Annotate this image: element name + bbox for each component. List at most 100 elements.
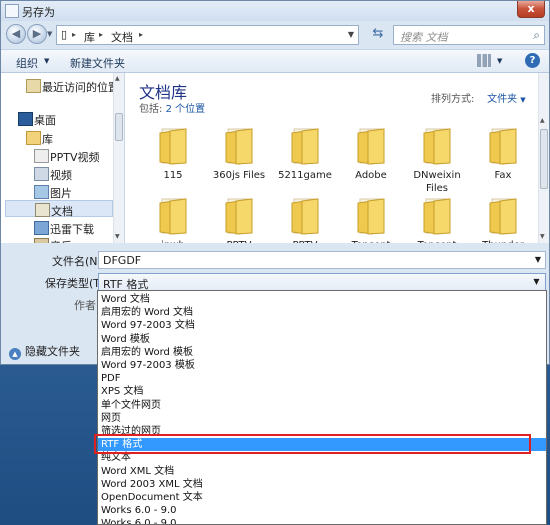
chevron-down-icon: ▼ <box>44 57 50 65</box>
filetype-option[interactable]: 网页 <box>101 412 121 425</box>
forward-button[interactable]: ▶ <box>27 24 47 44</box>
folder-item[interactable]: Thunder <box>473 195 533 243</box>
breadcrumb-documents[interactable]: 文档 <box>111 29 133 45</box>
navigation-pane: 最近访问的位置 桌面 库 PPTV视频 视频 图片 文档 迅雷下载 ▲ ▼ <box>1 73 125 243</box>
nav-scrollbar[interactable]: ▲ ▼ <box>113 73 124 243</box>
nav-item-library[interactable]: 库 <box>1 129 111 146</box>
document-folder-icon <box>35 203 50 217</box>
filetype-option[interactable]: Word 97-2003 模板 <box>101 359 195 372</box>
chevron-down-icon[interactable]: ▼ <box>348 30 354 39</box>
folder-item[interactable]: Adobe <box>341 125 401 199</box>
folder-item[interactable]: PPTV <box>209 195 269 243</box>
folder-icon <box>222 195 256 235</box>
scroll-up-icon[interactable]: ▲ <box>540 117 545 124</box>
close-button[interactable]: x <box>517 1 545 18</box>
nav-item-documents[interactable]: 文档 <box>5 200 113 218</box>
filetype-option[interactable]: Word XML 文档 <box>101 465 174 478</box>
organize-button[interactable]: 组织 <box>16 55 38 71</box>
search-icon[interactable]: ⌕ <box>533 28 540 43</box>
filetype-option[interactable]: Word 模板 <box>101 333 150 346</box>
folder-icon <box>420 125 454 165</box>
address-bar[interactable]: ▯ ▸ 库 ▸ 文档 ▸ ▼ <box>56 25 359 45</box>
hide-folders-label: 隐藏文件夹 <box>25 345 80 358</box>
dialog-title: 另存为 <box>22 6 55 19</box>
filetype-option[interactable]: OpenDocument 文本 <box>101 491 203 504</box>
filetype-option[interactable]: XPS 文档 <box>101 385 143 398</box>
folder-item[interactable]: Tencent <box>341 195 401 243</box>
folder-icon <box>288 195 322 235</box>
scroll-thumb[interactable] <box>115 113 123 141</box>
content-scrollbar[interactable]: ▲ ▼ <box>538 73 549 243</box>
breadcrumb-library[interactable]: 库 <box>84 29 95 45</box>
folder-item[interactable]: PPTV <box>275 195 335 243</box>
refresh-icon: ⇆ <box>372 26 384 41</box>
folder-item[interactable]: 115 <box>143 125 203 199</box>
chevron-down-icon[interactable]: ▼ <box>530 275 543 289</box>
folder-item[interactable]: 5211game <box>275 125 335 199</box>
arrange-by: 排列方式: 文件夹 ▼ <box>431 90 526 105</box>
view-options-icon[interactable] <box>477 54 491 67</box>
filetype-option[interactable]: PDF <box>101 372 120 385</box>
address-row: ◀ ▶ ▼ ▯ ▸ 库 ▸ 文档 ▸ ▼ ⇆ 搜索 文档 ⌕ <box>1 21 549 49</box>
breadcrumb-separator-icon[interactable]: ▸ <box>99 30 103 39</box>
search-placeholder: 搜索 文档 <box>400 31 448 44</box>
folder-icon <box>222 125 256 165</box>
filetype-option[interactable]: 启用宏的 Word 文档 <box>101 306 193 319</box>
scroll-down-icon[interactable]: ▼ <box>540 233 545 240</box>
nav-label: 图片 <box>50 187 72 200</box>
folder-name: 360js Files <box>212 170 266 181</box>
filetype-option[interactable]: 单个文件网页 <box>101 399 161 412</box>
arrange-by-dropdown[interactable]: 文件夹 <box>487 94 517 105</box>
chevron-down-icon[interactable]: ▼ <box>520 96 525 104</box>
scroll-thumb[interactable] <box>540 129 548 189</box>
folder-icon <box>156 125 190 165</box>
nav-label: PPTV视频 <box>50 151 100 164</box>
folder-icon <box>420 195 454 235</box>
nav-label: 迅雷下载 <box>50 223 94 236</box>
scroll-up-icon[interactable]: ▲ <box>115 75 120 82</box>
search-input[interactable]: 搜索 文档 ⌕ <box>393 25 545 45</box>
includes-locations-link[interactable]: 2 个位置 <box>166 104 206 115</box>
breadcrumb-separator-icon[interactable]: ▸ <box>139 30 143 39</box>
picture-folder-icon <box>34 185 49 199</box>
back-button[interactable]: ◀ <box>6 24 26 44</box>
folder-item[interactable]: 360js Files <box>209 125 269 199</box>
nav-item-music[interactable]: 音乐 <box>1 236 111 243</box>
refresh-button[interactable]: ⇆ <box>367 25 389 45</box>
filetype-option[interactable]: Works 6.0 - 9.0 <box>101 504 176 517</box>
filetype-option[interactable]: Word 2003 XML 文档 <box>101 478 203 491</box>
toolbar: 组织 ▼ 新建文件夹 ▼ ? <box>1 49 549 73</box>
folder-item[interactable]: DNweixin Files <box>407 125 467 199</box>
nav-item-pictures[interactable]: 图片 <box>1 183 111 200</box>
filetype-option[interactable]: Word 97-2003 文档 <box>101 319 195 332</box>
filename-field[interactable]: DFGDF ▼ <box>98 251 546 269</box>
help-icon[interactable]: ? <box>525 53 540 68</box>
nav-item-pptv-video[interactable]: PPTV视频 <box>1 147 111 164</box>
breadcrumb-separator-icon[interactable]: ▸ <box>72 30 76 39</box>
chevron-down-icon[interactable]: ▼ <box>497 57 502 65</box>
nav-label: 桌面 <box>34 114 56 127</box>
folder-icon <box>486 125 520 165</box>
nav-item-videos[interactable]: 视频 <box>1 165 111 182</box>
video-folder-icon <box>34 167 49 181</box>
nav-item-recent-places[interactable]: 最近访问的位置 <box>1 77 119 94</box>
folder-name: 5211game <box>278 170 332 181</box>
folder-name: Fax <box>494 170 512 181</box>
chevron-down-icon[interactable]: ▼ <box>535 255 541 264</box>
folder-name: DNweixin Files <box>413 170 461 194</box>
folder-item[interactable]: Tencent <box>407 195 467 243</box>
desktop-icon <box>18 112 33 126</box>
filetype-select[interactable]: RTF 格式 ▼ <box>98 273 546 291</box>
nav-item-desktop[interactable]: 桌面 <box>1 110 111 127</box>
folder-name: Adobe <box>355 170 387 181</box>
folder-item[interactable]: jpwb <box>143 195 203 243</box>
hide-folders-button[interactable]: ▲ 隐藏文件夹 <box>9 343 80 360</box>
new-folder-button[interactable]: 新建文件夹 <box>70 55 125 71</box>
folder-item[interactable]: Fax <box>473 125 533 199</box>
scroll-down-icon[interactable]: ▼ <box>115 233 120 240</box>
nav-item-thunder-downloads[interactable]: 迅雷下载 <box>1 219 111 236</box>
filetype-option[interactable]: 启用宏的 Word 模板 <box>101 346 193 359</box>
filetype-option[interactable]: Word 文档 <box>101 293 150 306</box>
filetype-option[interactable]: Works 6.0 - 9.0 <box>101 517 176 524</box>
history-dropdown-icon[interactable]: ▼ <box>47 30 52 38</box>
